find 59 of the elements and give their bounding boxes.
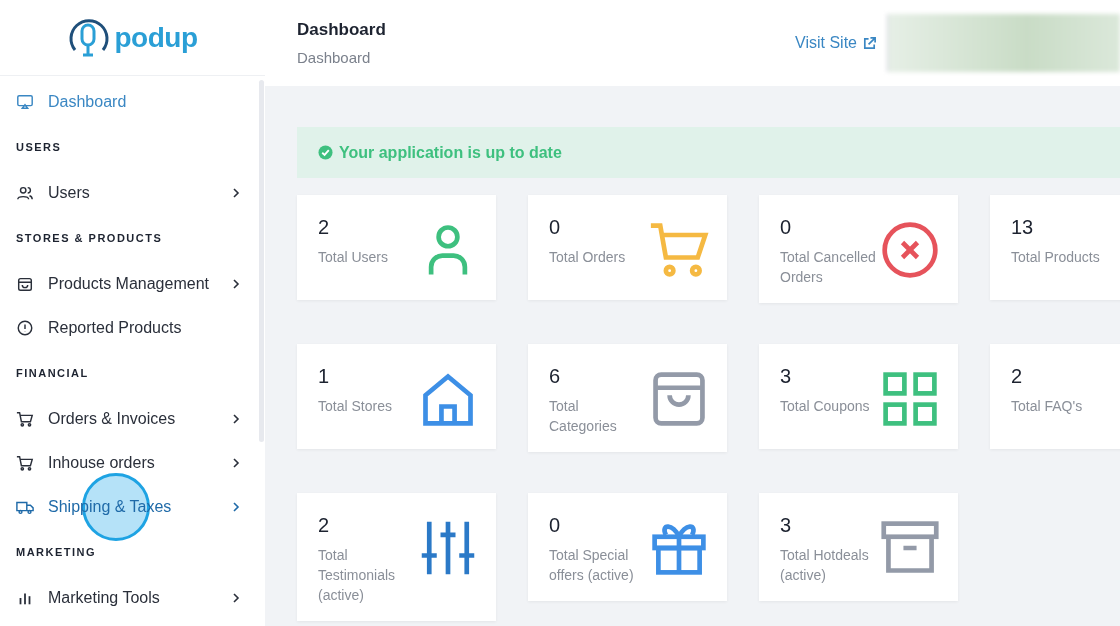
monitor-icon: [16, 93, 34, 111]
stat-label: Total Coupons: [780, 397, 870, 416]
stat-value: 0: [549, 216, 562, 239]
stat-label: Total Testimonials (active): [318, 546, 396, 605]
stat-label: Total Hotdeals (active): [780, 546, 869, 585]
stat-value: 3: [780, 365, 793, 388]
stat-card[interactable]: 13 Total Products: [990, 195, 1120, 300]
stat-card[interactable]: 0 Total Special offers (active): [528, 493, 727, 601]
sidebar-item[interactable]: Orders & Invoices: [16, 397, 241, 441]
info-icon: [16, 319, 34, 337]
section-heading: USERS: [16, 140, 63, 155]
visit-site-link[interactable]: Visit Site: [795, 34, 877, 52]
stat-value: 13: [1011, 216, 1035, 239]
stat-value: 3: [780, 514, 793, 537]
breadcrumb[interactable]: Dashboard: [297, 49, 796, 66]
stat-card[interactable]: 0 Total Orders: [528, 195, 727, 300]
stat-card[interactable]: 2 Total FAQ's: [990, 344, 1120, 449]
scrollbar[interactable]: [259, 80, 264, 442]
stat-label: Total FAQ's: [1011, 397, 1083, 416]
stat-card[interactable]: 3 Total Coupons: [759, 344, 958, 449]
stat-value: 2: [1011, 365, 1024, 388]
stat-label: Total Stores: [318, 397, 392, 416]
sidebar-item[interactable]: Reported Products: [16, 306, 241, 350]
section-heading: MARKETING: [16, 545, 98, 560]
stat-value: 6: [549, 365, 562, 388]
cart-icon: [16, 410, 34, 428]
section-heading: FINANCIAL: [16, 366, 90, 381]
alert-message: Your application is up to date: [339, 143, 562, 162]
sidebar-item[interactable]: Dashboard: [16, 80, 241, 124]
stat-card[interactable]: 1 Total Stores: [297, 344, 496, 449]
sidebar-item[interactable]: Products Management: [16, 262, 241, 306]
section-heading: STORES & PRODUCTS: [16, 231, 164, 246]
stat-card[interactable]: 6 Total Categories: [528, 344, 727, 452]
stat-value: 0: [549, 514, 562, 537]
stat-label: Total Cancelled Orders: [780, 248, 876, 287]
stat-card[interactable]: 2 Total Testimonials (active): [297, 493, 496, 621]
cart-icon: [649, 220, 709, 280]
stat-value: 2: [318, 216, 331, 239]
grid-icon: [880, 369, 940, 429]
stat-value: 1: [318, 365, 331, 388]
stat-label: Total Categories: [549, 397, 617, 436]
cart-icon: [16, 454, 34, 472]
stat-card[interactable]: 2 Total Users: [297, 195, 496, 300]
close-circle-icon: [880, 220, 940, 280]
stat-card[interactable]: 0 Total Cancelled Orders: [759, 195, 958, 303]
stat-label: Total Special offers (active): [549, 546, 634, 585]
users-icon: [16, 184, 34, 202]
stat-value: 2: [318, 514, 331, 537]
page-title: Dashboard: [297, 20, 387, 40]
check-circle-icon: [318, 145, 333, 160]
stat-value: 0: [780, 216, 793, 239]
stat-card[interactable]: 3 Total Hotdeals (active): [759, 493, 958, 601]
sidebar-item[interactable]: Marketing Tools: [16, 576, 241, 620]
stat-label: Total Orders: [549, 248, 626, 267]
external-link-icon: [862, 35, 877, 51]
stat-label: Total Users: [318, 248, 389, 267]
sidebar-item[interactable]: Users: [16, 171, 241, 215]
stat-label: Total Products: [1011, 248, 1100, 267]
bag-icon: [16, 275, 34, 293]
